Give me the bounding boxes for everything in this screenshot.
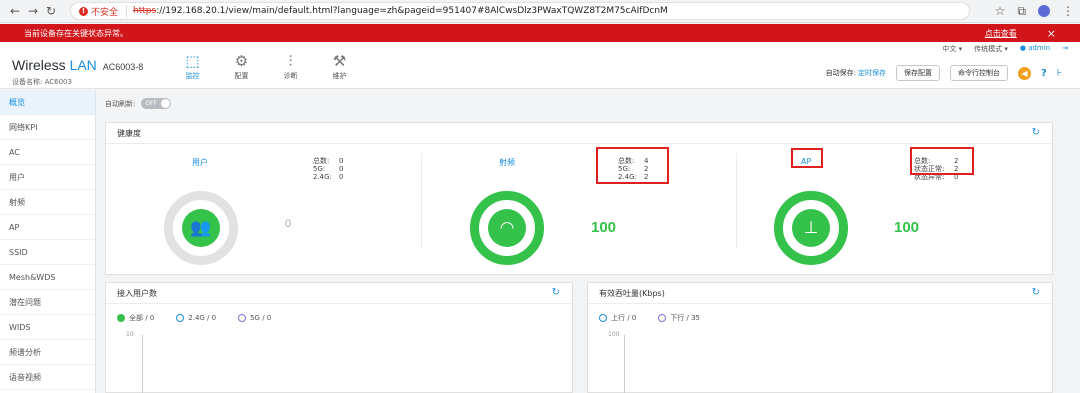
health-ap: AP 总数: 2 状态正常: 2 状态异常: 0 ⊥ 100 — [736, 143, 1051, 273]
sidebar-item-voice-video[interactable]: 语音视频 — [0, 365, 95, 390]
health-radio: 射频 总数: 4 5G: 2 2.4G: 2 ◠ 100 — [421, 143, 736, 273]
url-text: ://192.168.20.1/view/main/default.html?l… — [156, 6, 668, 16]
sidebar-item-radio[interactable]: 射频 — [0, 190, 95, 215]
auto-refresh: 自动刷新: OFF — [105, 98, 172, 109]
throughput-legend: 上行 / 0 下行 / 35 — [599, 313, 700, 323]
extensions-icon[interactable]: ⧉ — [1017, 4, 1026, 19]
cli-console-button[interactable]: 命令行控制台 — [949, 65, 1008, 81]
device-name: 设备名称: AC6003 — [12, 78, 72, 86]
ap-health-ring: ⊥ — [774, 191, 848, 265]
browser-toolbar: ← → ↻ ! 不安全 https ://192.168.20.1/view/m… — [0, 0, 1080, 23]
highlight-box — [910, 147, 974, 175]
menu-icon[interactable]: ⋮ — [1062, 4, 1074, 18]
y-axis-max: 10 — [126, 331, 134, 338]
wifi-icon: ◠ — [488, 209, 526, 247]
language-select[interactable]: 中文 ▾ — [942, 44, 962, 54]
monitor-icon: ⬚ — [185, 52, 200, 70]
user-health-ring: 👥 — [164, 191, 238, 265]
insecure-badge[interactable]: ! 不安全 — [79, 4, 128, 18]
reload-icon[interactable]: ↻ — [42, 4, 60, 18]
logout-icon[interactable]: ⇥ — [1062, 44, 1068, 54]
app-header: Wireless LAN AC6003-8 设备名称: AC6003 ⬚ 监控 … — [0, 42, 1080, 89]
maintenance-icon: ⚒ — [332, 52, 347, 70]
highlight-box — [596, 147, 669, 184]
bookmark-star-icon[interactable]: ☆ — [995, 4, 1006, 18]
radio-title[interactable]: 射频 — [499, 157, 515, 168]
users-legend: 全部 / 0 2.4G / 0 5G / 0 — [117, 313, 271, 323]
access-users-panel: 接入用户数 ↻ 全部 / 0 2.4G / 0 5G / 0 10 — [105, 282, 573, 393]
top-right-menu: 中文 ▾ 传统模式 ▾ ● admin ⇥ — [942, 44, 1068, 54]
user-stats: 总数: 0 5G: 0 2.4G: 0 — [313, 157, 344, 181]
forward-icon[interactable]: → — [24, 4, 42, 18]
users-icon: 👥 — [182, 209, 220, 247]
mode-select[interactable]: 传统模式 ▾ — [974, 44, 1008, 54]
alert-banner: 当前设备存在关键状态异常。 点击查看 × — [0, 24, 1080, 42]
auto-save-value[interactable]: 定时保存 — [858, 68, 886, 78]
nav-maintain[interactable]: ⚒ 维护 — [315, 52, 364, 81]
y-axis — [624, 335, 625, 393]
gear-icon: ⚙ — [234, 52, 249, 70]
address-bar[interactable]: ! 不安全 https ://192.168.20.1/view/main/de… — [70, 2, 970, 20]
save-config-button[interactable]: 保存配置 — [895, 65, 940, 81]
pin-icon[interactable]: ⊦ — [1057, 68, 1062, 79]
legend-all[interactable]: 全部 / 0 — [117, 313, 154, 323]
save-toolbar: 自动保存: 定时保存 保存配置 命令行控制台 ◀ ? ⊦ — [826, 65, 1062, 81]
help-icon[interactable]: ? — [1041, 68, 1047, 79]
user-icon: ● — [1019, 44, 1026, 52]
nav-config[interactable]: ⚙ 配置 — [217, 52, 266, 81]
auto-save-label: 自动保存: — [825, 69, 856, 77]
y-axis — [142, 335, 143, 393]
alert-view-link[interactable]: 点击查看 — [985, 28, 1017, 39]
main-nav: ⬚ 监控 ⚙ 配置 ⫶ 诊断 ⚒ 维护 — [168, 52, 364, 81]
nav-monitor[interactable]: ⬚ 监控 — [168, 52, 217, 81]
sidebar-item-network-kpi[interactable]: 网络KPI — [0, 115, 95, 140]
auto-refresh-toggle[interactable]: OFF — [141, 98, 172, 109]
sidebar: 概览 网络KPI AC 用户 射频 AP SSID Mesh&WDS 潜在问题 … — [0, 90, 96, 393]
nav-diagnose[interactable]: ⫶ 诊断 — [266, 52, 315, 81]
sidebar-item-overview[interactable]: 概览 — [0, 90, 95, 115]
refresh-icon[interactable]: ↻ — [552, 287, 560, 298]
sidebar-item-ssid[interactable]: SSID — [0, 240, 95, 265]
user-menu[interactable]: ● admin — [1020, 44, 1050, 54]
sidebar-item-potential-issues[interactable]: 潜在问题 — [0, 290, 95, 315]
warning-icon: ! — [79, 6, 88, 16]
radio-health-ring: ◠ — [470, 191, 544, 265]
auto-refresh-label: 自动刷新: — [105, 99, 136, 108]
ap-score: 100 — [894, 219, 920, 236]
health-title: 健康度 — [106, 123, 1052, 144]
sidebar-item-mesh-wds[interactable]: Mesh&WDS — [0, 265, 95, 290]
alert-message: 当前设备存在关键状态异常。 — [24, 28, 128, 38]
throughput-title: 有效吞吐量(Kbps) — [588, 283, 1052, 304]
sidebar-item-ap[interactable]: AP — [0, 215, 95, 240]
legend-uplink[interactable]: 上行 / 0 — [599, 313, 636, 323]
sliders-icon: ⫶ — [288, 52, 293, 70]
sidebar-item-wids[interactable]: WIDS — [0, 315, 95, 340]
alarm-icon[interactable]: ◀ — [1017, 66, 1031, 80]
legend-2g[interactable]: 2.4G / 0 — [176, 313, 216, 323]
refresh-icon[interactable]: ↻ — [1032, 127, 1040, 138]
user-score: 0 — [285, 218, 292, 230]
access-users-title: 接入用户数 — [106, 283, 572, 304]
sidebar-item-ac[interactable]: AC — [0, 140, 95, 165]
profile-avatar[interactable] — [1038, 5, 1050, 17]
brand: Wireless LAN AC6003-8 — [12, 57, 144, 73]
radio-score: 100 — [591, 219, 617, 236]
url-scheme: https — [133, 6, 157, 16]
legend-5g[interactable]: 5G / 0 — [238, 313, 271, 323]
health-panel: 健康度 ↻ 用户 总数: 0 5G: 0 2.4G: 0 👥 0 射频 总数: 4 5G… — [105, 122, 1053, 275]
health-user: 用户 总数: 0 5G: 0 2.4G: 0 👥 0 — [106, 143, 421, 273]
close-icon[interactable]: × — [1047, 27, 1056, 40]
ap-antenna-icon: ⊥ — [792, 209, 830, 247]
user-title[interactable]: 用户 — [192, 157, 208, 168]
y-axis-max: 100 — [608, 331, 620, 338]
throughput-panel: 有效吞吐量(Kbps) ↻ 上行 / 0 下行 / 35 100 — [587, 282, 1053, 393]
back-icon[interactable]: ← — [6, 4, 24, 18]
sidebar-item-spectrum[interactable]: 频谱分析 — [0, 340, 95, 365]
ap-title[interactable]: AP — [801, 157, 811, 166]
sidebar-item-users[interactable]: 用户 — [0, 165, 95, 190]
legend-downlink[interactable]: 下行 / 35 — [658, 313, 700, 323]
refresh-icon[interactable]: ↻ — [1032, 287, 1040, 298]
